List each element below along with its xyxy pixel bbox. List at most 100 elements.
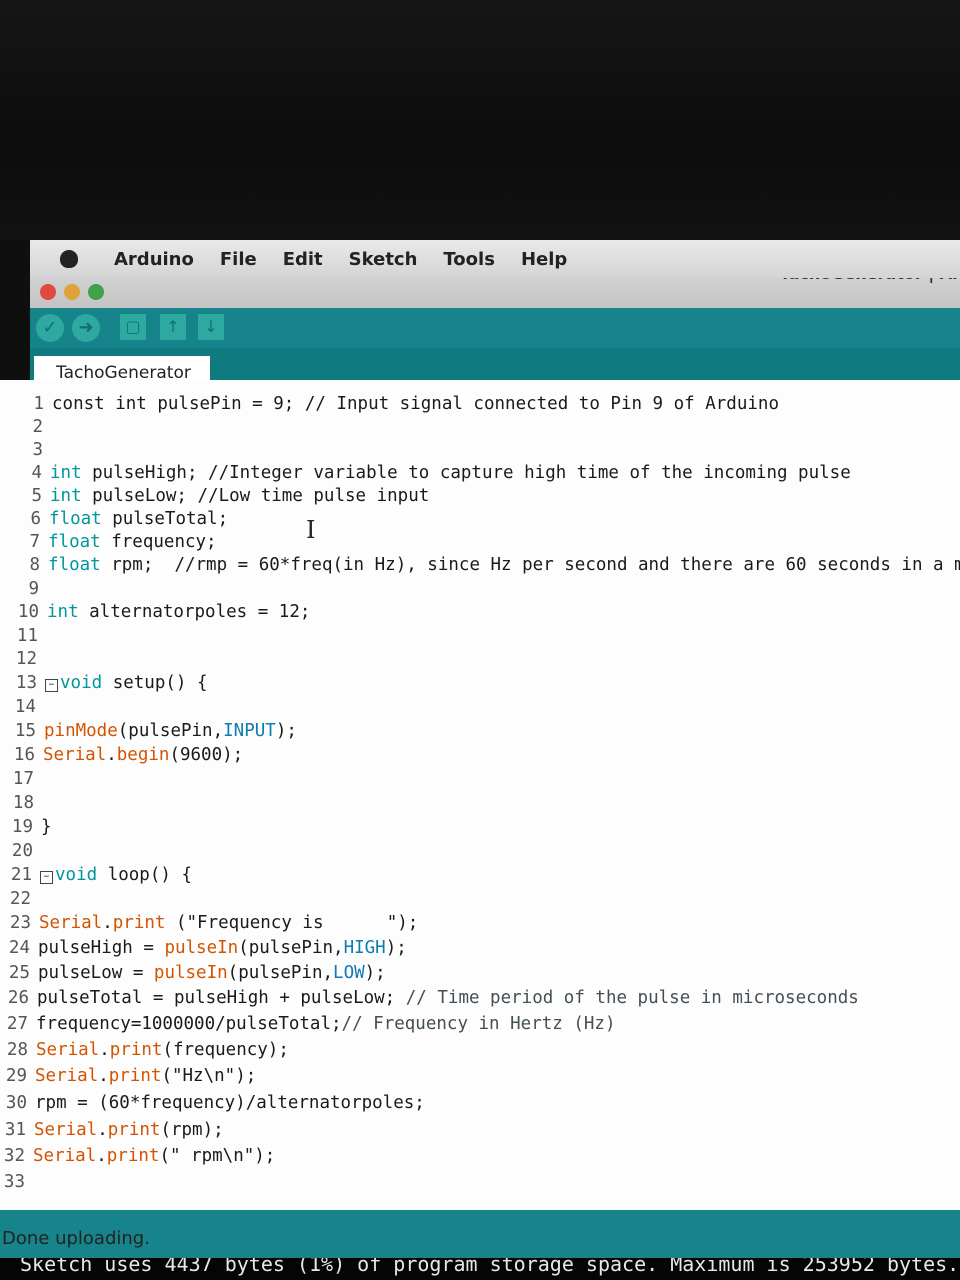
code-line[interactable]: 7 float frequency; xyxy=(6,530,217,554)
menu-help[interactable]: Help xyxy=(521,249,567,270)
code-token: print xyxy=(107,1120,161,1140)
menu-app-arduino[interactable]: Arduino xyxy=(114,249,194,270)
code-line[interactable]: 15 pinMode(pulsePin,INPUT); xyxy=(2,719,297,743)
code-line[interactable]: 18 xyxy=(0,791,42,815)
text-cursor-icon: I xyxy=(306,516,316,544)
upload-button[interactable]: ➜ xyxy=(72,314,100,342)
line-number: 29 xyxy=(5,1066,27,1086)
code-token: pinMode xyxy=(44,721,118,741)
code-token: pulseTotal; xyxy=(101,509,229,529)
code-token: Serial xyxy=(33,1146,97,1166)
status-message: Done uploading. xyxy=(2,1228,150,1249)
code-line[interactable]: 5 int pulseLow; //Low time pulse input xyxy=(8,484,429,508)
check-icon: ✓ xyxy=(42,317,58,338)
line-number: 33 xyxy=(3,1172,25,1192)
code-line[interactable]: 1 const int pulsePin = 9; // Input signal… xyxy=(10,392,779,416)
line-number: 23 xyxy=(9,913,31,933)
verify-button[interactable]: ✓ xyxy=(36,314,64,342)
line-number: 8 xyxy=(29,555,40,575)
code-line[interactable]: 11 xyxy=(4,624,46,648)
code-token: begin xyxy=(116,745,170,765)
code-line[interactable]: 27 frequency=1000000/pulseTotal;// Freque… xyxy=(0,1012,616,1036)
menu-file[interactable]: File xyxy=(220,249,257,270)
code-token: pulseTotal = pulseHigh + pulseLow; xyxy=(37,988,406,1008)
code-line[interactable]: 29 Serial.print("Hz\n"); xyxy=(0,1064,256,1088)
code-line[interactable]: 2 xyxy=(9,415,51,439)
code-token: Serial xyxy=(36,1040,100,1060)
code-line[interactable]: 30 rpm = (60*frequency)/alternatorpoles; xyxy=(0,1091,425,1115)
code-line[interactable]: 25 pulseLow = pulseIn(pulsePin,LOW); xyxy=(0,961,386,985)
code-line[interactable]: 6 float pulseTotal; xyxy=(7,507,228,531)
menu-bar: Arduino File Edit Sketch Tools Help xyxy=(30,240,960,278)
code-line[interactable]: 22 xyxy=(0,887,39,911)
save-sketch-button[interactable]: ↓ xyxy=(198,314,224,340)
code-token: frequency; xyxy=(100,532,217,552)
line-number: 9 xyxy=(28,579,39,599)
code-line[interactable]: 4 int pulseHigh; //Integer variable to ca… xyxy=(8,461,851,485)
line-number: 18 xyxy=(12,793,34,813)
line-number: 28 xyxy=(6,1040,28,1060)
line-number: 27 xyxy=(6,1014,28,1034)
code-token: . xyxy=(99,1040,110,1060)
line-number: 4 xyxy=(31,463,42,483)
code-line[interactable]: 20 xyxy=(0,839,41,863)
code-line[interactable]: 16 Serial.begin(9600); xyxy=(1,743,243,767)
code-line[interactable]: 12 xyxy=(3,647,45,671)
code-line[interactable]: 21− void loop() { xyxy=(0,863,192,887)
line-number: 32 xyxy=(3,1146,25,1166)
code-token: ); xyxy=(385,938,407,958)
code-token: (pulsePin, xyxy=(238,938,344,958)
code-editor[interactable]: 1 const int pulsePin = 9; // Input signal… xyxy=(0,380,960,1210)
code-line[interactable]: 10 int alternatorpoles = 12; xyxy=(5,600,310,624)
line-number: 7 xyxy=(29,532,40,552)
line-number: 25 xyxy=(8,963,30,983)
code-line[interactable]: 19} xyxy=(0,815,52,839)
open-sketch-button[interactable]: ↑ xyxy=(160,314,186,340)
monitor-bezel xyxy=(0,0,960,240)
code-token: int xyxy=(50,463,82,483)
new-sketch-button[interactable]: ▢ xyxy=(120,314,146,340)
code-line[interactable]: 33 xyxy=(0,1170,33,1194)
code-token: float xyxy=(48,555,101,575)
code-line[interactable]: 32 Serial.print(" rpm\n"); xyxy=(0,1144,275,1168)
code-token: pulseHigh; //Integer variable to capture… xyxy=(81,463,851,483)
code-token: . xyxy=(102,913,113,933)
code-line[interactable]: 9 xyxy=(5,577,47,601)
code-token: void xyxy=(60,673,103,693)
new-file-icon: ▢ xyxy=(125,317,141,336)
apple-icon[interactable] xyxy=(60,250,78,268)
code-token: loop() { xyxy=(97,865,192,885)
code-token: // Time period of the pulse in microseco… xyxy=(405,988,859,1008)
line-number: 11 xyxy=(16,626,38,646)
code-token: . xyxy=(98,1066,109,1086)
zoom-window-button[interactable] xyxy=(88,284,104,300)
menu-tools[interactable]: Tools xyxy=(443,249,495,270)
code-token: ); xyxy=(275,721,297,741)
minimize-window-button[interactable] xyxy=(64,284,80,300)
code-line[interactable]: 26 pulseTotal = pulseHigh + pulseLow; // … xyxy=(0,986,859,1010)
menu-sketch[interactable]: Sketch xyxy=(349,249,418,270)
window-controls xyxy=(40,284,104,300)
code-token: (pulsePin, xyxy=(117,721,224,741)
arrow-right-icon: ➜ xyxy=(78,317,94,338)
collapse-icon[interactable]: − xyxy=(45,679,58,692)
menu-edit[interactable]: Edit xyxy=(283,249,323,270)
code-line[interactable]: 3 xyxy=(9,438,51,462)
code-line[interactable]: 17 xyxy=(0,767,42,791)
code-token: Serial xyxy=(39,913,103,933)
code-line[interactable]: 24 pulseHigh = pulseIn(pulsePin,HIGH); xyxy=(0,936,407,960)
code-token: setup() { xyxy=(102,673,208,693)
code-line[interactable]: 13− void setup() { xyxy=(3,671,208,695)
code-line[interactable]: 31 Serial.print(rpm); xyxy=(0,1118,224,1142)
code-line[interactable]: 28 Serial.print(frequency); xyxy=(0,1038,289,1062)
close-window-button[interactable] xyxy=(40,284,56,300)
code-line[interactable]: 23 Serial.print ("Frequency is "); xyxy=(0,911,418,935)
arrow-up-icon: ↑ xyxy=(166,317,180,336)
code-token: frequency=1000000/pulseTotal; xyxy=(36,1014,342,1034)
code-line[interactable]: 8 float rpm; //rmp = 60*freq(in Hz), sinc… xyxy=(6,553,960,577)
code-token: (pulsePin, xyxy=(227,963,334,983)
code-line[interactable]: 14 xyxy=(2,695,44,719)
collapse-icon[interactable]: − xyxy=(40,871,53,884)
code-token: print xyxy=(112,913,166,933)
code-token: pulseLow = xyxy=(38,963,154,983)
